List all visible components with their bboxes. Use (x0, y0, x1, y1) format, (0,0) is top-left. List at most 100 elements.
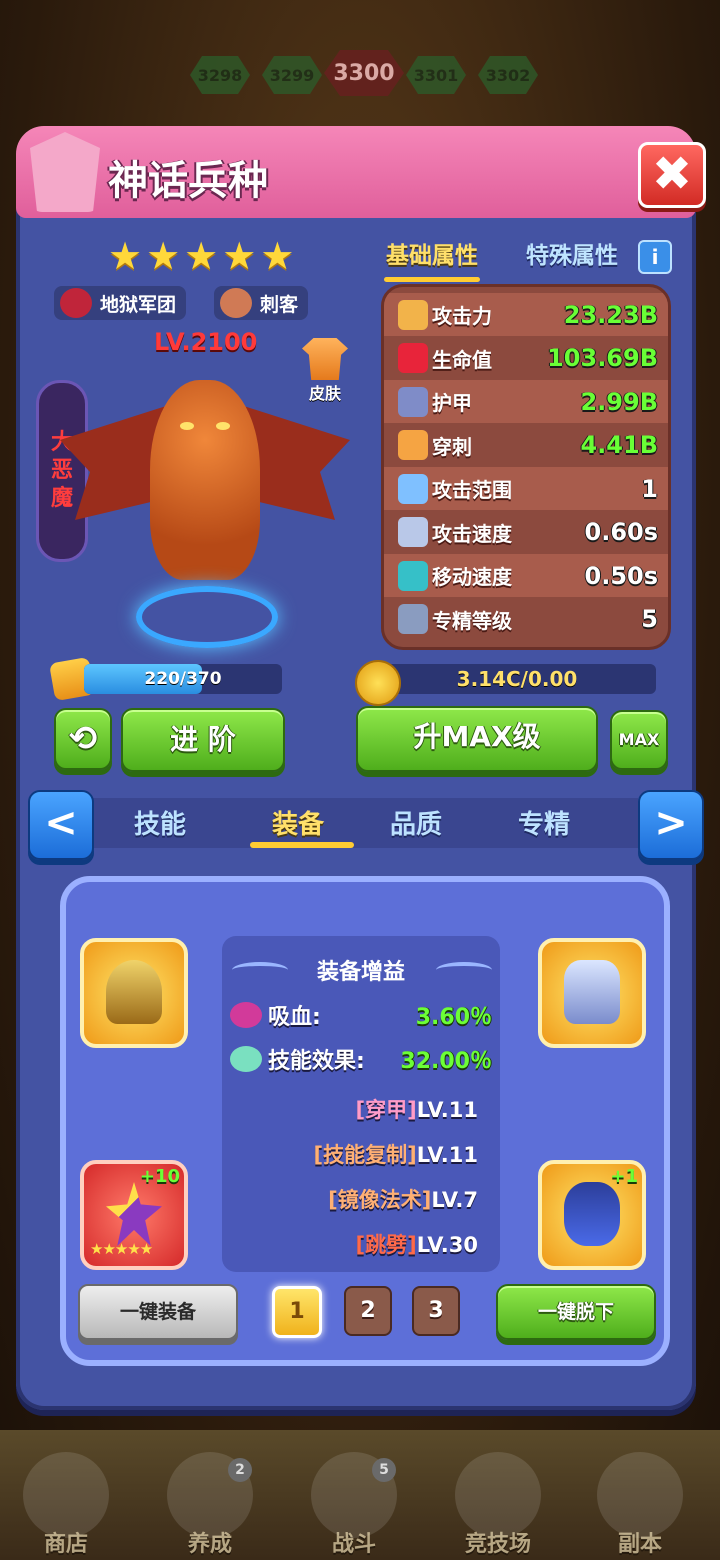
hero-pedestal (136, 586, 278, 648)
equip-slot-wand[interactable]: +10 ★★★★★ (80, 1160, 188, 1270)
belt-icon (564, 1182, 620, 1246)
bonus-value: 32.00％ (400, 1049, 492, 1074)
loadout-page-3[interactable]: 3 (412, 1286, 460, 1336)
stage-hex: 3299 (262, 56, 322, 94)
skin-button[interactable]: 皮肤 (296, 338, 354, 404)
nav-arena[interactable]: 竞技场 (448, 1452, 548, 1557)
equip-slot-helmet[interactable] (80, 938, 188, 1048)
set-bonus-row: [穿甲]LV.11 (356, 1094, 478, 1124)
exp-text: 220/370 (144, 669, 222, 689)
nav-label: 竞技场 (464, 1532, 531, 1557)
info-icon[interactable]: i (638, 240, 672, 274)
nav-label: 养成 (187, 1532, 232, 1557)
lips-icon (230, 1002, 262, 1028)
upgrade-max-button[interactable]: 升MAX级 (356, 706, 598, 772)
stat-name: 护甲 (432, 391, 472, 415)
set-name: [穿甲] (355, 1098, 417, 1122)
hero-portrait (150, 380, 260, 580)
bonus-name: 吸血: (268, 1005, 321, 1030)
nav-label: 战斗 (331, 1532, 376, 1557)
advance-button[interactable]: 进 阶 (121, 708, 285, 772)
stat-row: 攻击力 23.23B (384, 293, 668, 336)
unequip-all-button[interactable]: 一键脱下 (496, 1284, 656, 1340)
gold-text: 3.14C/0.00 (456, 667, 578, 691)
hero-name-char: 魔 (50, 486, 73, 511)
hero-level: LV.2100 (154, 328, 258, 356)
tab-basic-attributes[interactable]: 基础属性 (384, 236, 480, 282)
helmet-icon (106, 960, 162, 1024)
bonus-title: 装备增益 (316, 960, 405, 985)
hero-name-banner: 大 恶 魔 (36, 380, 88, 562)
stage-hex: 3298 (190, 56, 250, 94)
prev-arrow-button[interactable]: < (28, 790, 94, 860)
star-icon: ★ (146, 234, 181, 278)
crossed-swords-icon (220, 288, 252, 318)
tab-special-attributes[interactable]: 特殊属性 (526, 236, 618, 270)
bonus-row: 吸血: 3.60％ (230, 998, 492, 1032)
max-button[interactable]: MAX (610, 710, 668, 770)
loadout-page-1[interactable]: 1 (272, 1286, 322, 1338)
stat-value: 1 (641, 474, 658, 503)
class-tag[interactable]: 刺客 (214, 286, 309, 320)
stat-row: 攻击速度 0.60s (384, 511, 668, 554)
star-icon: ★ (184, 234, 219, 278)
tab-mastery[interactable]: 专精 (518, 804, 570, 841)
set-name: [镜像法术] (328, 1188, 432, 1212)
stat-name: 攻击速度 (432, 521, 512, 546)
nav-dungeon[interactable]: 副本 (590, 1452, 690, 1557)
exp-bar: 220/370 (84, 664, 282, 694)
helmet-icon (30, 132, 100, 212)
stat-icon (398, 517, 428, 547)
stat-value: 4.41B (580, 431, 658, 459)
nav-battle[interactable]: 5 战斗 (304, 1452, 404, 1557)
stage-hex: 3302 (478, 56, 538, 94)
bonus-value: 3.60％ (415, 1005, 492, 1030)
stat-name: 移动速度 (432, 565, 512, 589)
stat-row: 穿刺 4.41B (384, 424, 668, 467)
loadout-page-2[interactable]: 2 (344, 1286, 392, 1336)
lotus-icon (230, 1046, 262, 1072)
next-arrow-button[interactable]: > (638, 790, 704, 860)
active-tab-underline (250, 842, 354, 848)
stat-icon (398, 604, 428, 634)
stat-name: 专精等级 (432, 608, 512, 633)
stat-name: 穿刺 (432, 434, 472, 459)
tab-quality[interactable]: 品质 (390, 804, 442, 841)
stat-value: 0.60s (584, 518, 659, 546)
notification-badge: 5 (372, 1458, 396, 1482)
stage-hex: 3301 (406, 56, 466, 94)
enhance-level: +10 (139, 1166, 180, 1187)
wand-icon (106, 1182, 162, 1246)
shirt-icon (302, 338, 348, 380)
set-level: LV.11 (416, 1143, 478, 1167)
set-name: [技能复制] (313, 1143, 417, 1167)
refresh-button[interactable]: ⟲ (54, 708, 112, 770)
bat-icon (60, 288, 92, 318)
set-bonus-row: [跳劈]LV.30 (356, 1229, 478, 1259)
nav-shop[interactable]: 商店 (16, 1452, 116, 1557)
stat-row: 移动速度 0.50s (384, 554, 668, 597)
set-bonus-row: [镜像法术]LV.7 (328, 1184, 478, 1214)
tab-equipment[interactable]: 装备 (272, 804, 324, 841)
equip-slot-armor[interactable] (538, 938, 646, 1048)
stat-row: 专精等级 5 (384, 598, 668, 641)
stat-row: 生命值 103.69B (384, 337, 668, 380)
nav-cultivate[interactable]: 2 养成 (160, 1452, 260, 1557)
hero-name-char: 恶 (50, 458, 73, 483)
set-bonus-row: [技能复制]LV.11 (314, 1139, 478, 1169)
set-level: LV.11 (416, 1098, 478, 1122)
faction-tag[interactable]: 地狱军团 (54, 286, 187, 320)
stats-table: 攻击力 23.23B 生命值 103.69B 护甲 2.99B 穿刺 4.41B 攻击范围 1 攻击… (381, 284, 671, 650)
tab-skills[interactable]: 技能 (134, 804, 186, 841)
equip-all-button[interactable]: 一键装备 (78, 1284, 238, 1340)
hero-eye (180, 422, 194, 430)
close-button[interactable]: ✖ (638, 142, 706, 208)
stage-hex-current: 3300 (324, 50, 404, 96)
set-level: LV.7 (431, 1188, 478, 1212)
equip-slot-belt[interactable]: +1 (538, 1160, 646, 1270)
stat-icon (398, 299, 428, 330)
stat-value: 2.99B (580, 387, 658, 416)
star-rating: ★ ★ ★ ★ ★ (108, 236, 294, 276)
stat-icon (398, 386, 428, 417)
bonus-row: 技能效果: 32.00％ (230, 1042, 492, 1076)
